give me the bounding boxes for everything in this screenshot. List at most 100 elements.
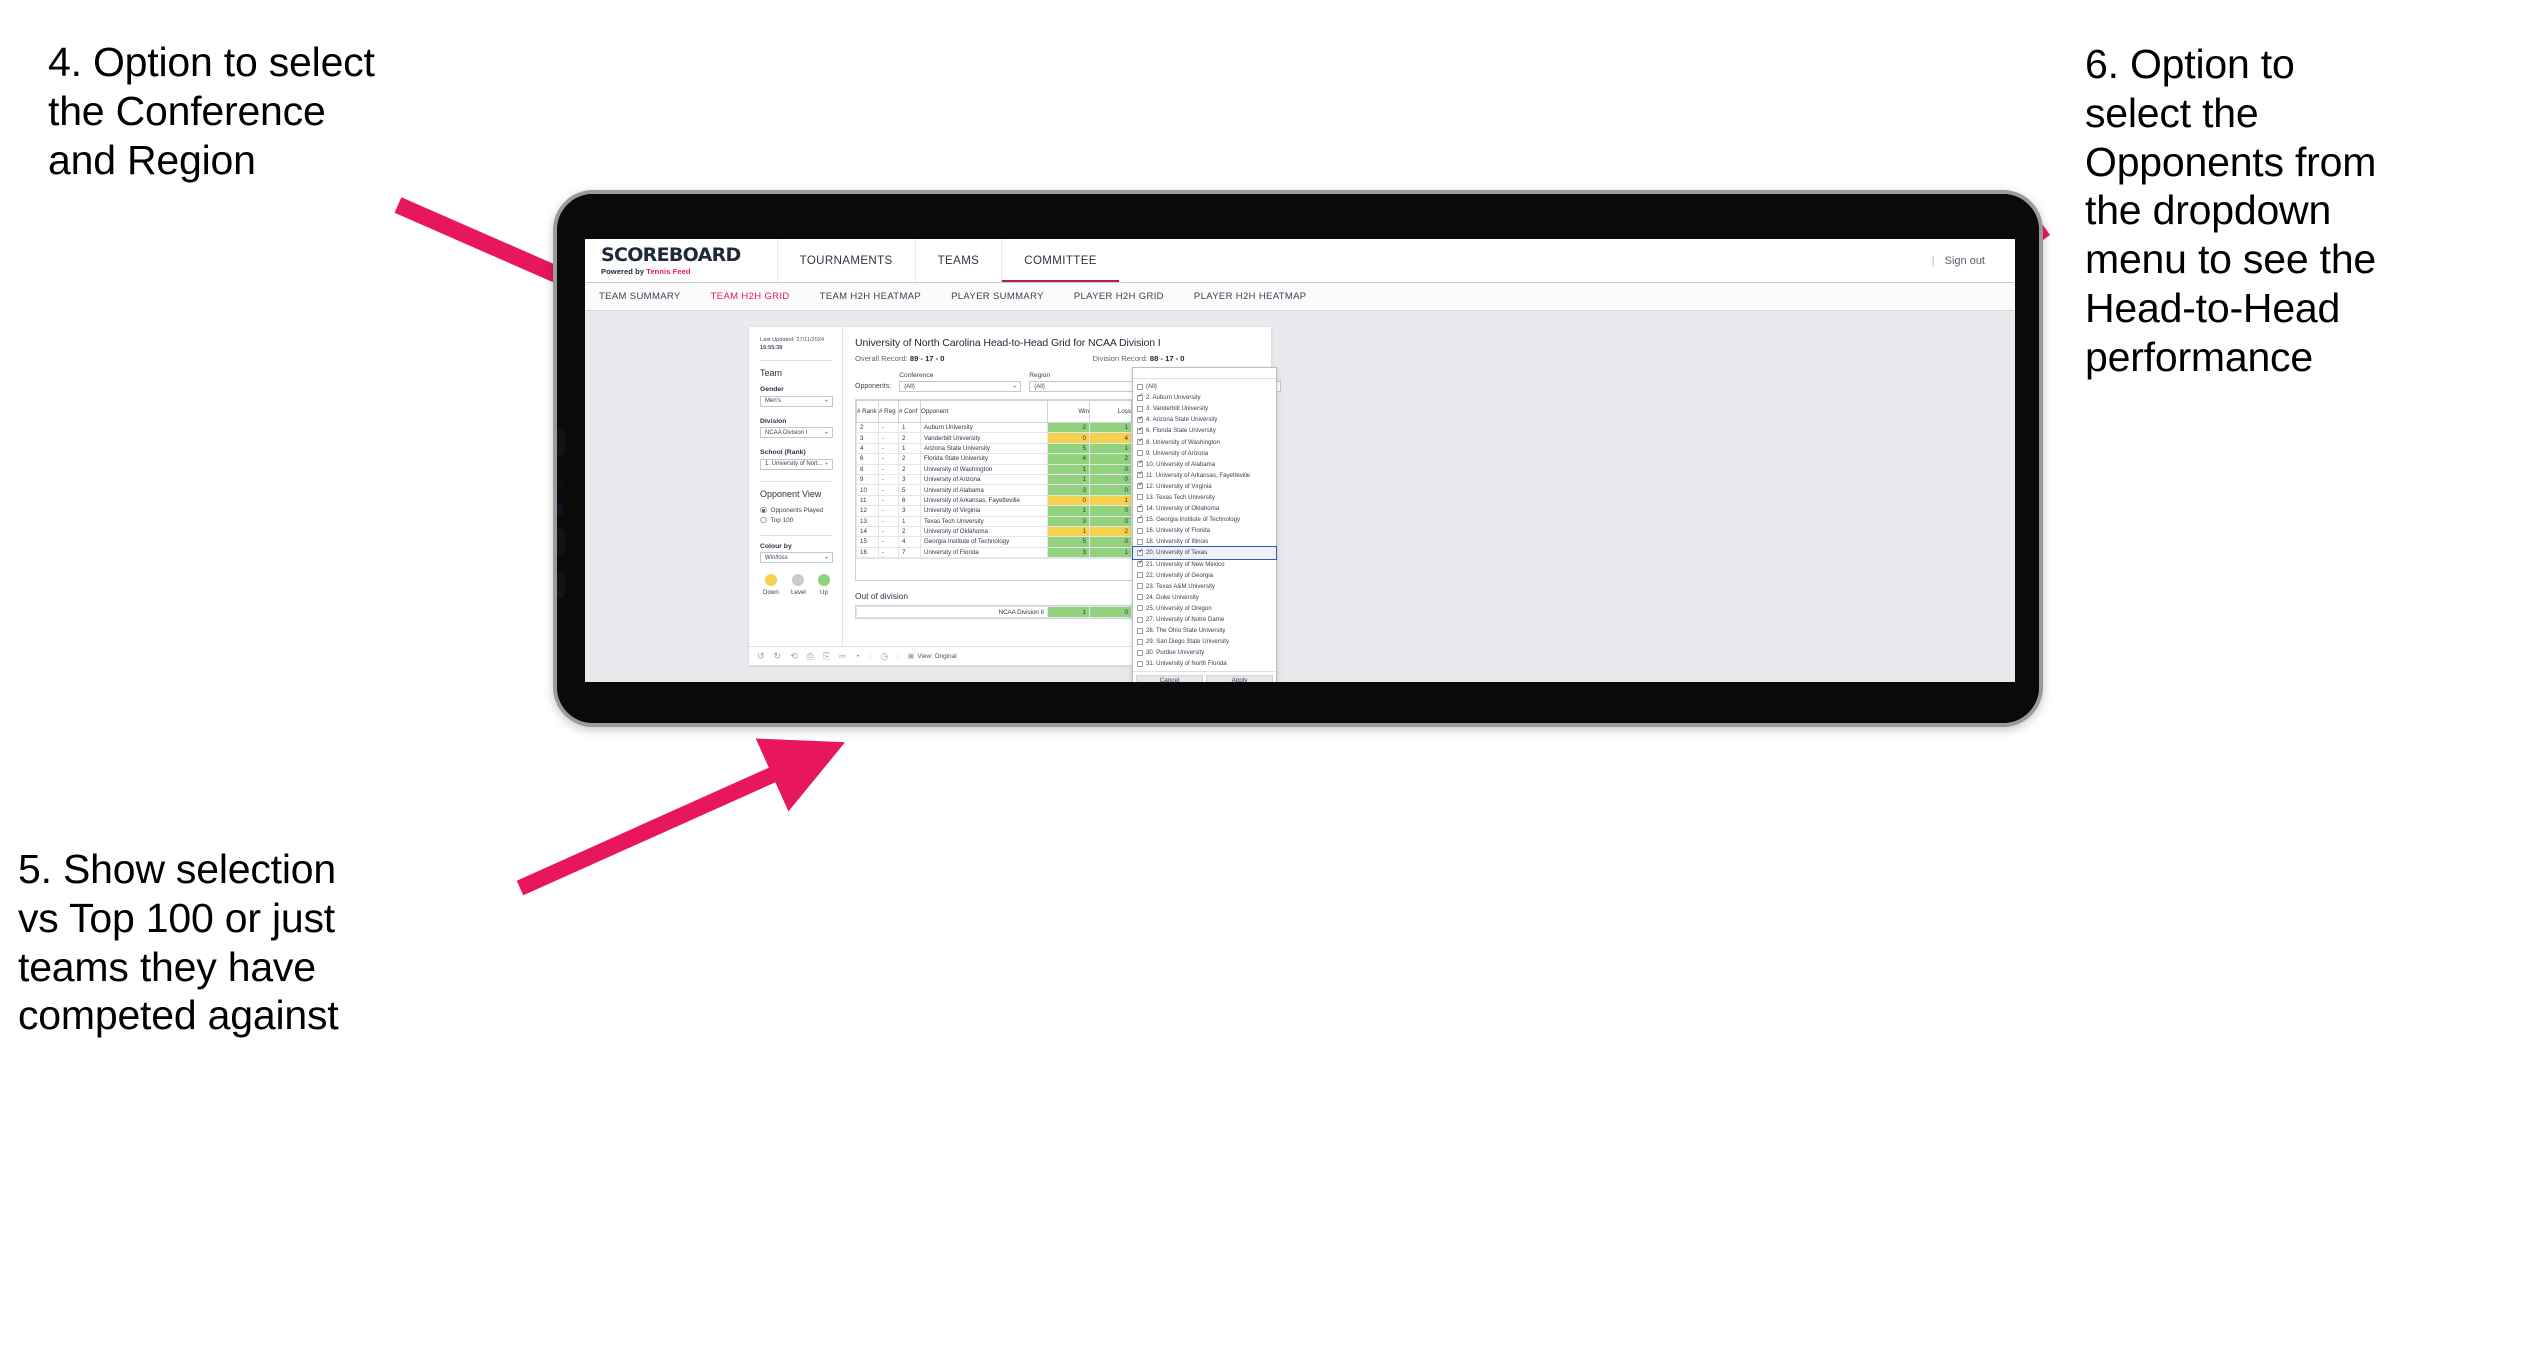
checkbox-checked-icon[interactable] (1137, 471, 1143, 479)
table-row[interactable]: 9-3 University of Arizona 1 0 (856, 473, 1152, 486)
redo-icon[interactable]: ↻ (774, 651, 782, 661)
checkbox-icon[interactable] (1137, 660, 1143, 667)
table-row[interactable]: 13-1 Texas Tech University 3 0 (856, 515, 1152, 527)
volume-button-icon[interactable] (557, 429, 565, 455)
nav-item-teams[interactable]: TEAMS (914, 239, 1002, 282)
opponent-dropdown-item[interactable]: 14. University of Oklahoma (1133, 503, 1276, 514)
apply-button[interactable]: Apply (1206, 675, 1273, 682)
table-row[interactable]: 11-6 University of Arkansas, Fayetteville… (856, 494, 1152, 507)
opponent-dropdown-item[interactable]: 4. Arizona State University (1133, 414, 1276, 425)
opponent-dropdown-item[interactable]: 10. University of Alabama (1133, 459, 1276, 470)
cancel-button[interactable]: Cancel (1136, 675, 1203, 682)
table-row[interactable]: 14-2 University of Oklahoma 1 2 (856, 525, 1152, 538)
checkbox-icon[interactable] (1137, 638, 1143, 645)
checkbox-icon[interactable] (1137, 616, 1143, 623)
table-row[interactable]: 12-3 University of Virginia 1 0 (856, 505, 1152, 517)
sign-out-link[interactable]: Sign out (1945, 255, 1985, 267)
checkbox-checked-icon[interactable] (1137, 460, 1143, 468)
opponent-dropdown-item[interactable]: 30. Purdue University (1133, 647, 1276, 658)
tab-team-h2h-grid[interactable]: TEAM H2H GRID (711, 291, 790, 302)
power-button-icon[interactable] (557, 572, 565, 598)
table-row[interactable]: 6-2 Florida State University 4 2 (856, 453, 1152, 465)
colour-by-select[interactable]: Win/loss ▼ (760, 552, 833, 564)
checkbox-checked-icon[interactable] (1137, 438, 1143, 446)
checkbox-icon[interactable] (1137, 405, 1143, 412)
opponent-dropdown-item[interactable]: 31. University of North Florida (1133, 658, 1276, 669)
checkbox-icon[interactable] (1137, 383, 1143, 390)
checkbox-checked-icon[interactable] (1137, 504, 1143, 512)
opponent-dropdown-item[interactable]: 25. University of Oregon (1133, 603, 1276, 614)
opponent-dropdown-item[interactable]: 28. The Ohio State University (1133, 625, 1276, 636)
pause-refresh-icon[interactable]: ⎙ (807, 651, 814, 661)
nav-item-committee[interactable]: COMMITTEE (1001, 239, 1119, 282)
col-loss[interactable]: Loss (1089, 400, 1132, 423)
checkbox-icon[interactable] (1137, 627, 1143, 634)
checkbox-checked-icon[interactable] (1137, 482, 1143, 490)
col-opponent[interactable]: Opponent (920, 400, 1048, 423)
undo-icon[interactable]: ↺ (757, 651, 765, 661)
opponent-dropdown-item[interactable]: 13. Texas Tech University (1133, 492, 1276, 503)
checkbox-icon[interactable] (1137, 538, 1143, 545)
checkbox-icon[interactable] (1137, 583, 1143, 590)
refresh-icon[interactable]: ⎘ (823, 651, 830, 661)
opponent-dropdown-search-input[interactable] (1133, 368, 1276, 379)
tab-player-h2h-heatmap[interactable]: PLAYER H2H HEATMAP (1194, 291, 1307, 302)
checkbox-checked-icon[interactable] (1137, 549, 1143, 556)
opponent-dropdown-item[interactable]: 20. University of Texas (1132, 546, 1277, 560)
opponent-dropdown-item[interactable]: 3. Vanderbilt University (1133, 403, 1276, 414)
checkbox-checked-icon[interactable] (1137, 427, 1143, 434)
gender-select[interactable]: Men's ▼ (760, 395, 833, 407)
opponent-dropdown-item[interactable]: 27. University of Notre Dame (1133, 614, 1276, 625)
opponent-dropdown-item[interactable]: 11. University of Arkansas, Fayetteville (1133, 470, 1276, 481)
opponent-dropdown-item[interactable]: 15. Georgia Institute of Technology (1133, 514, 1276, 525)
checkbox-checked-icon[interactable] (1137, 515, 1143, 523)
opponent-dropdown-menu[interactable]: (All) 2. Auburn University 3. Vanderbilt U… (1132, 367, 1277, 682)
radio-opponents-played[interactable]: Opponents Played (760, 507, 833, 514)
opponent-dropdown-item[interactable]: 6. Florida State University (1133, 425, 1276, 436)
col-rank[interactable]: # Rank (856, 400, 879, 423)
share-icon[interactable]: ⇨ (839, 651, 847, 661)
col-conf[interactable]: # Conf (898, 400, 921, 423)
checkbox-icon[interactable] (1137, 494, 1143, 501)
opponent-dropdown-item[interactable]: 2. Auburn University (1133, 392, 1276, 403)
checkbox-icon[interactable] (1137, 649, 1143, 656)
checkbox-icon[interactable] (1137, 527, 1143, 534)
radio-top-100[interactable]: Top 100 (760, 517, 833, 524)
checkbox-checked-icon[interactable] (1137, 393, 1143, 401)
table-row[interactable]: 2-1 Auburn University 2 1 (856, 421, 1152, 434)
opponent-dropdown-item[interactable]: 8. University of Washington (1133, 436, 1276, 447)
tab-player-summary[interactable]: PLAYER SUMMARY (951, 291, 1044, 302)
division-select[interactable]: NCAA Division I ▼ (760, 427, 833, 439)
checkbox-icon[interactable] (1137, 605, 1143, 612)
opponent-dropdown-item[interactable]: 12. University of Virginia (1133, 481, 1276, 492)
checkbox-checked-icon[interactable] (1137, 560, 1143, 568)
table-row[interactable]: 10-5 University of Alabama 3 0 (856, 484, 1152, 496)
opponent-dropdown-item[interactable]: 23. Texas A&M University (1133, 581, 1276, 592)
opponent-dropdown-item[interactable]: 29. San Diego State University (1133, 636, 1276, 647)
view-original-button[interactable]: ▣ View: Original (908, 653, 957, 660)
brand-logo[interactable]: SCOREBOARD Powered by Tennis Feed (585, 239, 741, 282)
table-row[interactable]: 15-4 Georgia Institute of Technology 5 0 (856, 536, 1152, 548)
col-win[interactable]: Win (1047, 400, 1090, 423)
checkbox-icon[interactable] (1137, 450, 1143, 457)
opponent-dropdown-item[interactable]: 9. University of Arizona (1133, 448, 1276, 459)
nav-item-tournaments[interactable]: TOURNAMENTS (776, 239, 915, 282)
checkbox-icon[interactable] (1137, 572, 1143, 579)
checkbox-checked-icon[interactable] (1137, 416, 1143, 423)
opponent-dropdown-item[interactable]: 16. University of Florida (1133, 525, 1276, 536)
opponent-dropdown-item[interactable]: 24. Duke University (1133, 592, 1276, 603)
opponent-dropdown-item[interactable]: 22. University of Georgia (1133, 570, 1276, 581)
opponent-dropdown-item[interactable]: (All) (1133, 381, 1276, 392)
checkbox-icon[interactable] (1137, 594, 1143, 601)
tab-player-h2h-grid[interactable]: PLAYER H2H GRID (1074, 291, 1164, 302)
conference-filter-select[interactable]: (All) ▼ (899, 381, 1022, 392)
col-reg[interactable]: # Reg (878, 400, 899, 423)
opponent-dropdown-item[interactable]: 18. University of Illinois (1133, 536, 1276, 547)
table-row[interactable]: 16-7 University of Florida 3 1 (856, 546, 1152, 559)
opponent-dropdown-item[interactable]: 21. University of New Mexico (1133, 559, 1276, 570)
tab-team-h2h-heatmap[interactable]: TEAM H2H HEATMAP (820, 291, 922, 302)
table-row[interactable]: 4-1 Arizona State University 5 1 (856, 442, 1152, 455)
revert-icon[interactable]: ⟲ (790, 651, 798, 661)
tab-team-summary[interactable]: TEAM SUMMARY (599, 291, 681, 302)
table-row[interactable]: 3-2 Vanderbilt University 0 4 (856, 432, 1152, 444)
